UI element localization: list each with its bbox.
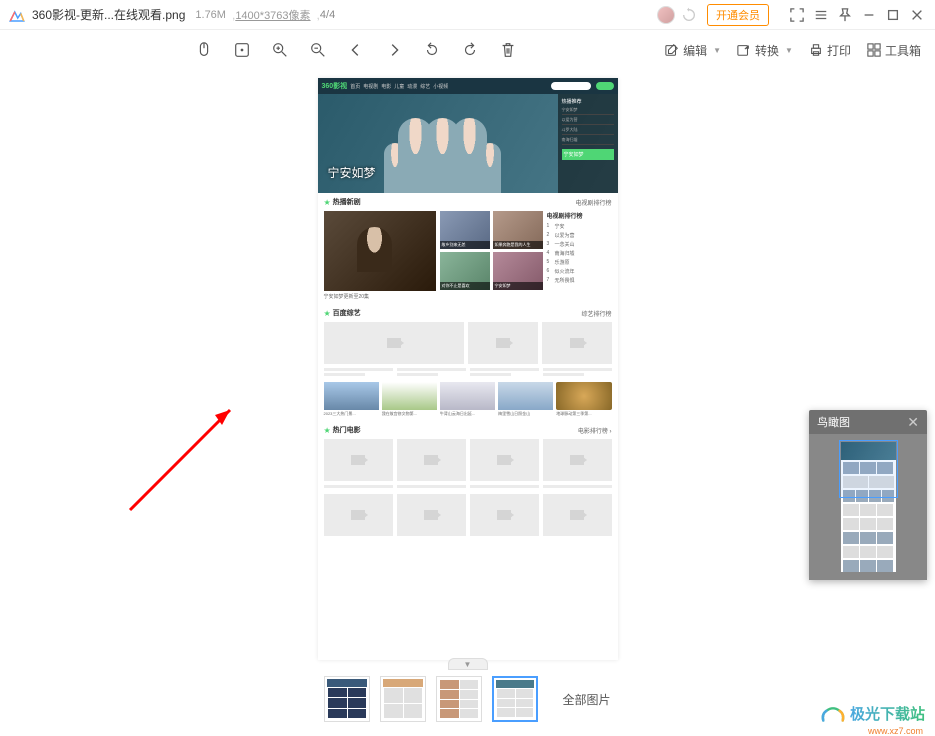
title-bar: 360影视-更新...在线观看.png 1.76M , 1400*3763像素 … [0,0,935,30]
watermark-url: www.xz7.com [868,726,923,736]
placeholder-thumb [324,322,464,364]
placeholder-thumb [542,322,612,364]
edit-icon [665,43,679,57]
birdview-panel[interactable]: 鸟瞰图 ✕ [809,410,927,580]
toolbox-icon [867,43,881,57]
print-label: 打印 [827,42,851,59]
rotate-left-icon[interactable] [422,40,442,60]
placeholder-thumb [470,439,539,481]
watermark: 极光下载站 [820,703,925,724]
print-button[interactable]: 打印 [809,42,851,59]
placeholder-thumb [543,494,612,536]
chevron-down-icon: ▼ [785,46,793,55]
watermark-logo-icon [820,704,846,724]
convert-icon [737,43,751,57]
pin-icon[interactable] [835,5,855,25]
star-icon: ★ [324,426,331,435]
toolbox-button[interactable]: 工具箱 [867,42,921,59]
fullscreen-icon[interactable] [787,5,807,25]
displayed-image: 360影视 首页 电视剧 电影 儿童 动漫 综艺 小视频 宁安如梦 热播推荐 [318,78,618,660]
next-icon[interactable] [384,40,404,60]
toolbar: 编辑 ▼ 转换 ▼ 打印 工具箱 [0,30,935,70]
watermark-text: 极光下载站 [850,703,925,724]
expand-handle[interactable]: ▼ [448,658,488,670]
thumbnail-bar: ▼ 全部图片 [0,668,935,730]
site-logo: 360影视 [322,81,348,91]
annotation-arrow [120,390,250,520]
maximize-icon[interactable] [883,5,903,25]
file-size[interactable]: 1.76M [195,9,226,21]
file-count: 4/4 [320,9,335,21]
zoom-out-icon[interactable] [308,40,328,60]
minimize-icon[interactable] [859,5,879,25]
file-title: 360影视-更新...在线观看.png [32,6,185,23]
app-logo-icon [8,6,26,24]
thumbnail-2[interactable] [380,676,426,722]
image-viewport[interactable]: 360影视 首页 电视剧 电影 儿童 动漫 综艺 小视频 宁安如梦 热播推荐 [0,70,935,660]
chevron-down-icon: ▼ [713,46,721,55]
all-images-button[interactable]: 全部图片 [562,691,610,708]
star-icon: ★ [324,309,331,318]
placeholder-thumb [543,439,612,481]
thumbnail-1[interactable] [324,676,370,722]
placeholder-thumb [324,494,393,536]
placeholder-thumb [397,494,466,536]
thumbnail-3[interactable] [436,676,482,722]
close-icon[interactable] [907,5,927,25]
file-dimensions[interactable]: 1400*3763像素 [235,7,310,23]
placeholder-thumb [397,439,466,481]
rotate-right-icon[interactable] [460,40,480,60]
edit-button[interactable]: 编辑 ▼ [665,42,721,59]
user-avatar[interactable] [657,6,675,24]
delete-icon[interactable] [498,40,518,60]
search-button [596,82,614,90]
birdview-minimap[interactable] [841,442,896,572]
edit-label: 编辑 [683,42,707,59]
fit-screen-icon[interactable] [232,40,252,60]
hero-title: 宁安如梦 [328,164,376,181]
prev-icon[interactable] [346,40,366,60]
placeholder-thumb [468,322,538,364]
birdview-viewport-indicator[interactable] [839,440,898,498]
mouse-icon[interactable] [194,40,214,60]
zoom-in-icon[interactable] [270,40,290,60]
star-icon: ★ [324,198,331,207]
birdview-close-icon[interactable]: ✕ [907,414,919,431]
thumbnail-4[interactable] [492,676,538,722]
vip-button[interactable]: 开通会员 [707,4,769,26]
convert-label: 转换 [755,42,779,59]
video-thumb [324,211,436,291]
print-icon [809,43,823,57]
refresh-icon[interactable] [681,7,697,23]
birdview-title: 鸟瞰图 [817,414,850,430]
search-input [551,82,591,90]
placeholder-thumb [470,494,539,536]
toolbox-label: 工具箱 [885,42,921,59]
placeholder-thumb [324,439,393,481]
menu-icon[interactable] [811,5,831,25]
convert-button[interactable]: 转换 ▼ [737,42,793,59]
